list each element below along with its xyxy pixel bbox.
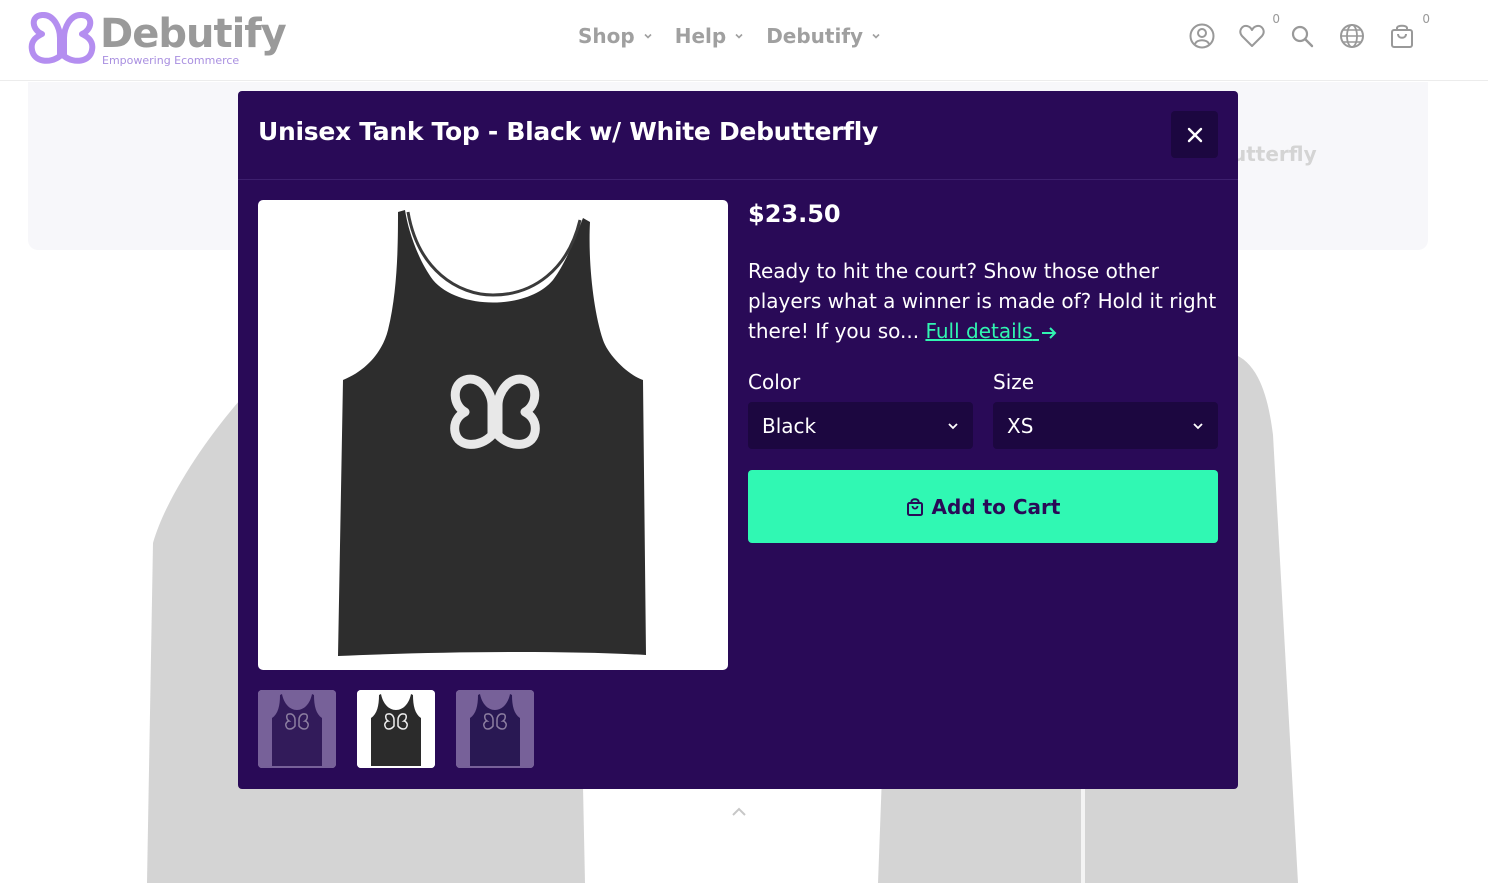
nav-shop[interactable]: Shop [578, 24, 653, 48]
variant-selects: Color Black Size XS [748, 370, 1218, 449]
user-icon [1189, 23, 1215, 49]
shopping-bag-icon [1391, 24, 1413, 48]
size-group: Size XS [993, 370, 1218, 449]
wishlist-button[interactable]: 0 [1238, 12, 1280, 50]
chevron-down-icon [735, 33, 743, 39]
full-details-link[interactable]: Full details [925, 319, 1057, 343]
size-select[interactable]: XS [993, 402, 1218, 449]
full-details-label: Full details [925, 319, 1033, 343]
product-title: Unisex Tank Top - Black w/ White Debutte… [258, 117, 879, 146]
nav-debutify[interactable]: Debutify [766, 24, 881, 48]
size-value: XS [1007, 413, 1034, 438]
logo-name: Debutify [100, 11, 287, 57]
heart-icon [1239, 24, 1265, 47]
search-icon [1291, 25, 1314, 48]
thumbnail-3[interactable] [456, 690, 534, 768]
navy-tank-thumb [456, 690, 534, 768]
color-group: Color Black [748, 370, 973, 449]
logo-tagline: Empowering Ecommerce [102, 54, 240, 67]
account-button[interactable] [1188, 22, 1216, 50]
add-to-cart-label: Add to Cart [931, 494, 1061, 519]
color-label: Color [748, 370, 801, 394]
add-to-cart-button[interactable]: Add to Cart [748, 470, 1218, 543]
butterfly-logo-icon [28, 12, 96, 64]
main-nav: Shop Help Debutify [578, 24, 881, 48]
chevron-down-icon [948, 422, 958, 429]
black-tank-thumb [357, 690, 435, 768]
thumbnail-2[interactable] [357, 690, 435, 768]
site-header: Debutify Empowering Ecommerce Shop Help … [0, 0, 1488, 81]
quick-view-modal: Unisex Tank Top - Black w/ White Debutte… [238, 91, 1238, 789]
size-label: Size [993, 370, 1035, 394]
globe-icon [1340, 24, 1364, 48]
color-value: Black [762, 413, 817, 438]
product-price: $23.50 [748, 200, 841, 228]
header-icons: 0 0 [1188, 12, 1430, 50]
chevron-down-icon [644, 33, 652, 39]
tank-top-image [338, 210, 646, 656]
close-icon [1187, 127, 1202, 142]
thumbnail-1[interactable] [258, 690, 336, 768]
nav-shop-label: Shop [578, 24, 635, 48]
cart-button[interactable]: 0 [1388, 12, 1430, 50]
language-button[interactable] [1338, 22, 1366, 50]
chevron-down-icon [872, 33, 880, 39]
close-button[interactable] [1171, 111, 1218, 158]
logo[interactable]: Debutify Empowering Ecommerce [28, 11, 287, 67]
product-description: Ready to hit the court? Show those other… [748, 256, 1218, 346]
search-button[interactable] [1288, 22, 1316, 50]
shopping-bag-icon [906, 497, 923, 516]
arrow-right-icon [1041, 326, 1057, 339]
cart-count: 0 [1422, 12, 1430, 26]
nav-help[interactable]: Help [675, 24, 744, 48]
color-select[interactable]: Black [748, 402, 973, 449]
product-main-image[interactable] [258, 200, 728, 670]
purple-tank-thumb [258, 690, 336, 768]
modal-header: Unisex Tank Top - Black w/ White Debutte… [238, 91, 1238, 180]
nav-debutify-label: Debutify [766, 24, 864, 48]
chevron-down-icon [1193, 422, 1203, 429]
thumbnail-list [258, 690, 534, 768]
wishlist-count: 0 [1272, 12, 1280, 26]
product-info: $23.50 Ready to hit the court? Show thos… [748, 200, 1218, 543]
nav-help-label: Help [674, 24, 727, 48]
